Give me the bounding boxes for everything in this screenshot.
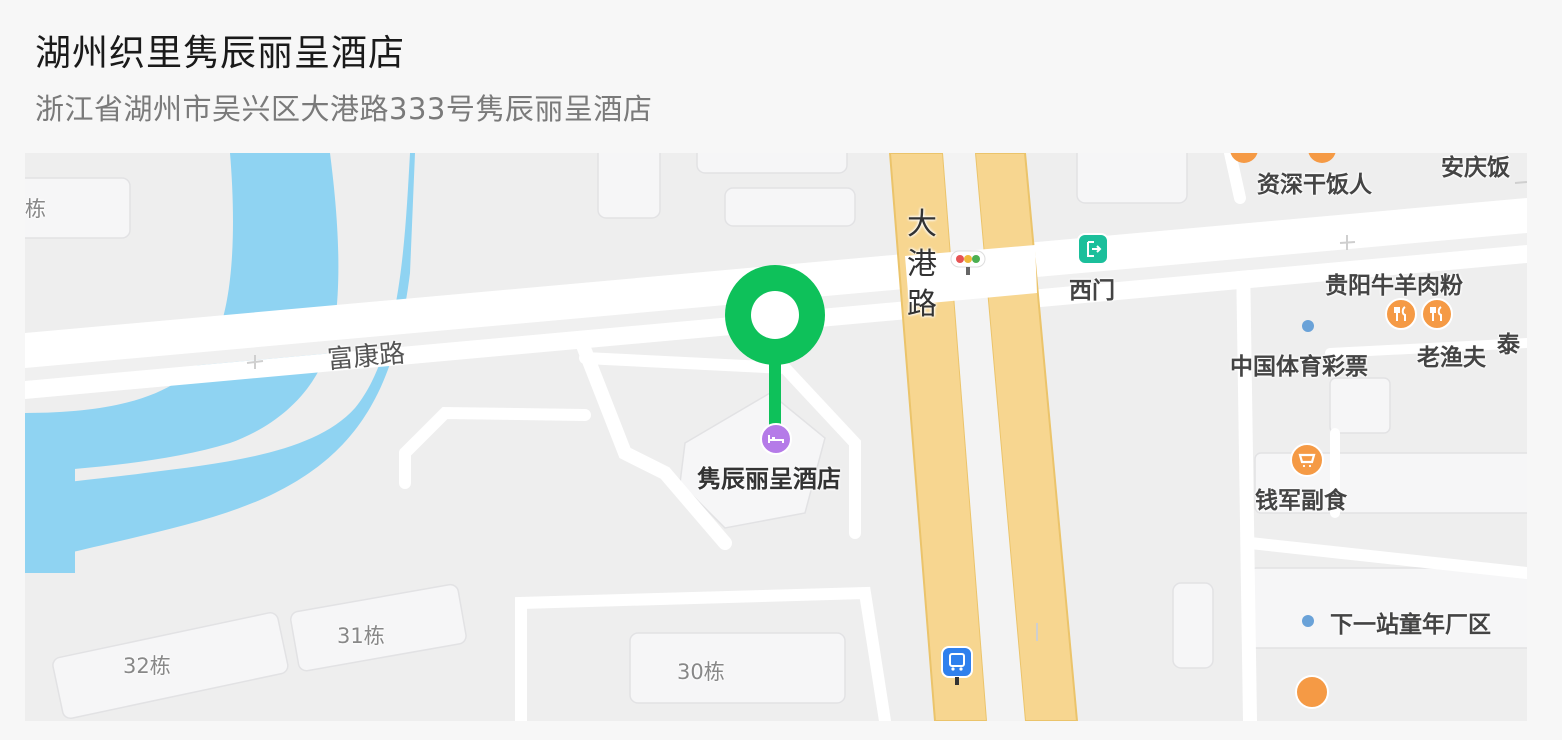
poi-label-xiayizhan[interactable]: 下一站童年厂区	[1330, 605, 1491, 639]
location-pin-icon[interactable]	[725, 265, 825, 435]
road-label-fukang: 富康路	[326, 338, 407, 376]
building-label-edge: 栋	[25, 197, 46, 221]
building-label-31: 31栋	[337, 624, 385, 648]
poi-dot-icon	[1302, 615, 1314, 627]
poi-label-tai[interactable]: 泰	[1497, 325, 1520, 359]
poi-label-hotel[interactable]: 隽辰丽呈酒店	[697, 459, 841, 494]
exit-icon[interactable]	[1077, 233, 1109, 265]
place-title: 湖州织里隽辰丽呈酒店	[35, 33, 406, 74]
clock-icon	[1295, 675, 1329, 709]
building-label-30: 30栋	[677, 660, 725, 684]
location-card-header: 湖州织里隽辰丽呈酒店 浙江省湖州市吴兴区大港路333号隽辰丽呈酒店	[0, 0, 1562, 150]
poi-label-lottery[interactable]: 中国体育彩票	[1230, 347, 1368, 381]
fork-knife-icon[interactable]	[1385, 298, 1417, 330]
bus-stop-icon[interactable]	[940, 645, 974, 685]
traffic-light-icon	[950, 249, 986, 279]
bed-icon[interactable]	[760, 423, 792, 455]
building-label-32: 32栋	[123, 654, 171, 678]
poi-label-guiyang[interactable]: 贵阳牛羊肉粉	[1325, 266, 1463, 300]
shopping-cart-icon[interactable]	[1290, 443, 1324, 477]
map-view[interactable]: 富康路 大港路 栋 32栋 31栋 30栋 隽辰丽呈酒店 西门 资深干饭人 安庆…	[25, 153, 1527, 721]
poi-label-zishen[interactable]: 资深干饭人	[1257, 165, 1372, 199]
poi-label-laoyufu[interactable]: 老渔夫	[1417, 338, 1486, 372]
road-label-dagang: 大港路	[907, 207, 937, 322]
place-address: 浙江省湖州市吴兴区大港路333号隽辰丽呈酒店	[35, 92, 653, 126]
fork-knife-icon[interactable]	[1421, 298, 1453, 330]
lottery-dot-icon	[1302, 320, 1314, 332]
poi-label-qianjun[interactable]: 钱军副食	[1255, 481, 1347, 515]
poi-label-west-gate[interactable]: 西门	[1069, 271, 1115, 305]
poi-label-anqing[interactable]: 安庆饭	[1441, 153, 1510, 182]
